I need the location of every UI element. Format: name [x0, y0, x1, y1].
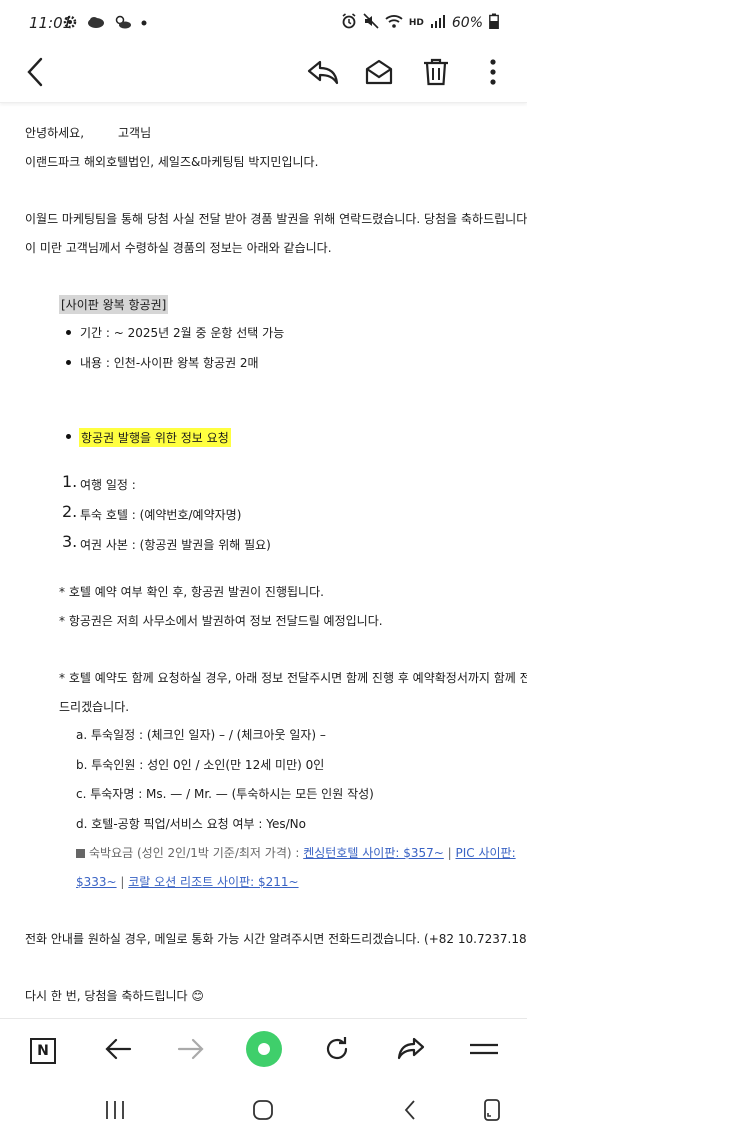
blank-area [527, 0, 750, 1143]
wifi-icon [385, 13, 403, 33]
system-back-button[interactable] [390, 1096, 430, 1128]
refresh-button[interactable] [317, 1031, 357, 1071]
prize-item: 내용 : 인천-사이판 왕복 항공권 2매 [80, 356, 259, 370]
note-text: * 호텔 예약도 함께 요청하실 경우, 아래 정보 전달주시면 함께 진행 후… [59, 671, 527, 685]
pic-saipan-link[interactable]: PIC 사이판: [455, 846, 515, 860]
home-icon [252, 1099, 274, 1125]
prize-title: [사이판 왕복 항공권] [59, 295, 169, 314]
battery-percent: 60% [451, 15, 483, 31]
mark-unread-button[interactable] [359, 54, 399, 94]
request-number: 2. [62, 502, 78, 521]
reply-icon [306, 59, 340, 89]
greeting: 안녕하세요, [25, 126, 85, 140]
delete-icon [423, 58, 449, 90]
share-button[interactable] [391, 1031, 431, 1071]
mute-icon [363, 13, 379, 33]
alarm-icon [341, 13, 357, 33]
naver-home-button[interactable]: N [23, 1031, 63, 1071]
menu-button[interactable] [464, 1031, 504, 1071]
request-item: 여권 사본 : (항공권 발권을 위해 필요) [80, 538, 271, 552]
browser-toolbar: N [0, 1018, 527, 1083]
mail-toolbar [0, 46, 527, 103]
hotel-request-item: a. 투숙일정 : (체크인 일자) – / (체크아웃 일자) – [76, 728, 326, 742]
note-text: 드리겠습니다. [59, 700, 130, 714]
screenshot-button[interactable] [472, 1096, 512, 1128]
prize-item: 기간 : ~ 2025년 2월 중 운항 선택 가능 [80, 326, 285, 340]
rate-separator: | [116, 875, 129, 889]
request-item: 여행 일정 : [80, 478, 136, 492]
pic-saipan-link-price[interactable]: $333~ [76, 875, 117, 889]
battery-icon [489, 13, 499, 33]
reply-button[interactable] [303, 54, 343, 94]
rate-line-2: $333~ | 코랄 오션 리조트 사이판: $211~ [76, 873, 299, 890]
naver-home-label: N [37, 1043, 49, 1059]
recipient-name: 고객님 [118, 126, 152, 140]
delete-button[interactable] [416, 54, 456, 94]
rate-label: 숙박요금 (성인 2인/1박 기준/최저 가격) : [89, 846, 304, 860]
naver-home-icon: N [30, 1038, 56, 1064]
green-dot-icon [245, 1030, 283, 1072]
back-button[interactable] [15, 54, 55, 94]
body-paragraph-1: 이월드 마케팅팀을 통해 당첨 사실 전달 받아 경품 발권을 위해 연락드렸습… [25, 212, 527, 226]
back-arrow-icon [104, 1037, 132, 1065]
home-button[interactable] [243, 1096, 283, 1128]
rate-separator: | [443, 846, 456, 860]
kensington-hotel-link[interactable]: 켄싱턴호텔 사이판: $357~ [303, 846, 444, 860]
screenshot-icon [483, 1098, 501, 1126]
system-nav-bar [0, 1082, 527, 1143]
menu-icon [469, 1039, 499, 1063]
body-paragraph-2: 이 미란 고객님께서 수령하실 경품의 정보는 아래와 같습니다. [25, 241, 332, 255]
status-left-icons [62, 14, 148, 34]
bullet-icon [66, 330, 71, 335]
browser-back-button[interactable] [98, 1031, 138, 1071]
recent-apps-button[interactable] [95, 1096, 135, 1128]
status-bar: 11:01 HD 60% [0, 0, 527, 46]
note-text: * 항공권은 저희 사무소에서 발권하여 정보 전달드릴 예정입니다. [59, 614, 383, 628]
phone-contact-text: 전화 안내를 원하실 경우, 메일로 통화 가능 시간 알려주시면 전화드리겠습… [25, 932, 527, 946]
closing-text: 다시 한 번, 당첨을 축하드립니다 😊 [25, 989, 204, 1003]
settings-icon [62, 14, 78, 34]
request-item: 투숙 호텔 : (예약번호/예약자명) [80, 508, 242, 522]
request-title: 항공권 발행을 위한 정보 요청 [79, 428, 231, 447]
hotel-request-item: d. 호텔-공항 픽업/서비스 요청 여부 : Yes/No [76, 817, 306, 831]
more-button[interactable] [473, 54, 513, 94]
refresh-icon [323, 1035, 351, 1067]
request-number: 3. [62, 532, 78, 551]
phone-screen: 11:01 HD 60% 안녕하세요, 고객님 이랜드파크 해외호텔법인, 세일… [0, 0, 527, 1143]
note-text: * 호텔 예약 여부 확인 후, 항공권 발권이 진행됩니다. [59, 585, 324, 599]
more-icon [489, 58, 497, 90]
weather-icon [114, 14, 132, 34]
square-bullet-icon [76, 849, 85, 858]
recent-apps-icon [104, 1100, 126, 1124]
rate-line: 숙박요금 (성인 2인/1박 기준/최저 가격) : 켄싱턴호텔 사이판: $3… [76, 844, 516, 861]
browser-forward-button[interactable] [171, 1031, 211, 1071]
network-label: HD [408, 17, 424, 28]
cloud-icon [86, 14, 106, 34]
forward-arrow-icon [177, 1037, 205, 1065]
share-icon [396, 1036, 426, 1066]
bullet-icon [66, 434, 71, 439]
back-icon [25, 57, 45, 91]
intro-text: 이랜드파크 해외호텔법인, 세일즈&마케팅팀 박지민입니다. [25, 155, 319, 169]
coral-ocean-resort-link[interactable]: 코랄 오션 리조트 사이판: $211~ [128, 875, 298, 889]
mark-unread-icon [365, 59, 393, 89]
back-icon [403, 1099, 417, 1125]
signal-icon [430, 13, 446, 33]
hotel-request-item: c. 투숙자명 : Ms. — / Mr. — (투숙하시는 모든 인원 작성) [76, 787, 374, 801]
hotel-request-item: b. 투숙인원 : 성인 0인 / 소인(만 12세 미만) 0인 [76, 758, 325, 772]
green-dot-button[interactable] [244, 1031, 284, 1071]
bullet-icon [66, 360, 71, 365]
dot-icon [140, 14, 148, 34]
status-right-icons: HD 60% [341, 13, 499, 33]
request-number: 1. [62, 472, 78, 491]
email-body: 안녕하세요, 고객님 이랜드파크 해외호텔법인, 세일즈&마케팅팀 박지민입니다… [0, 104, 527, 1017]
